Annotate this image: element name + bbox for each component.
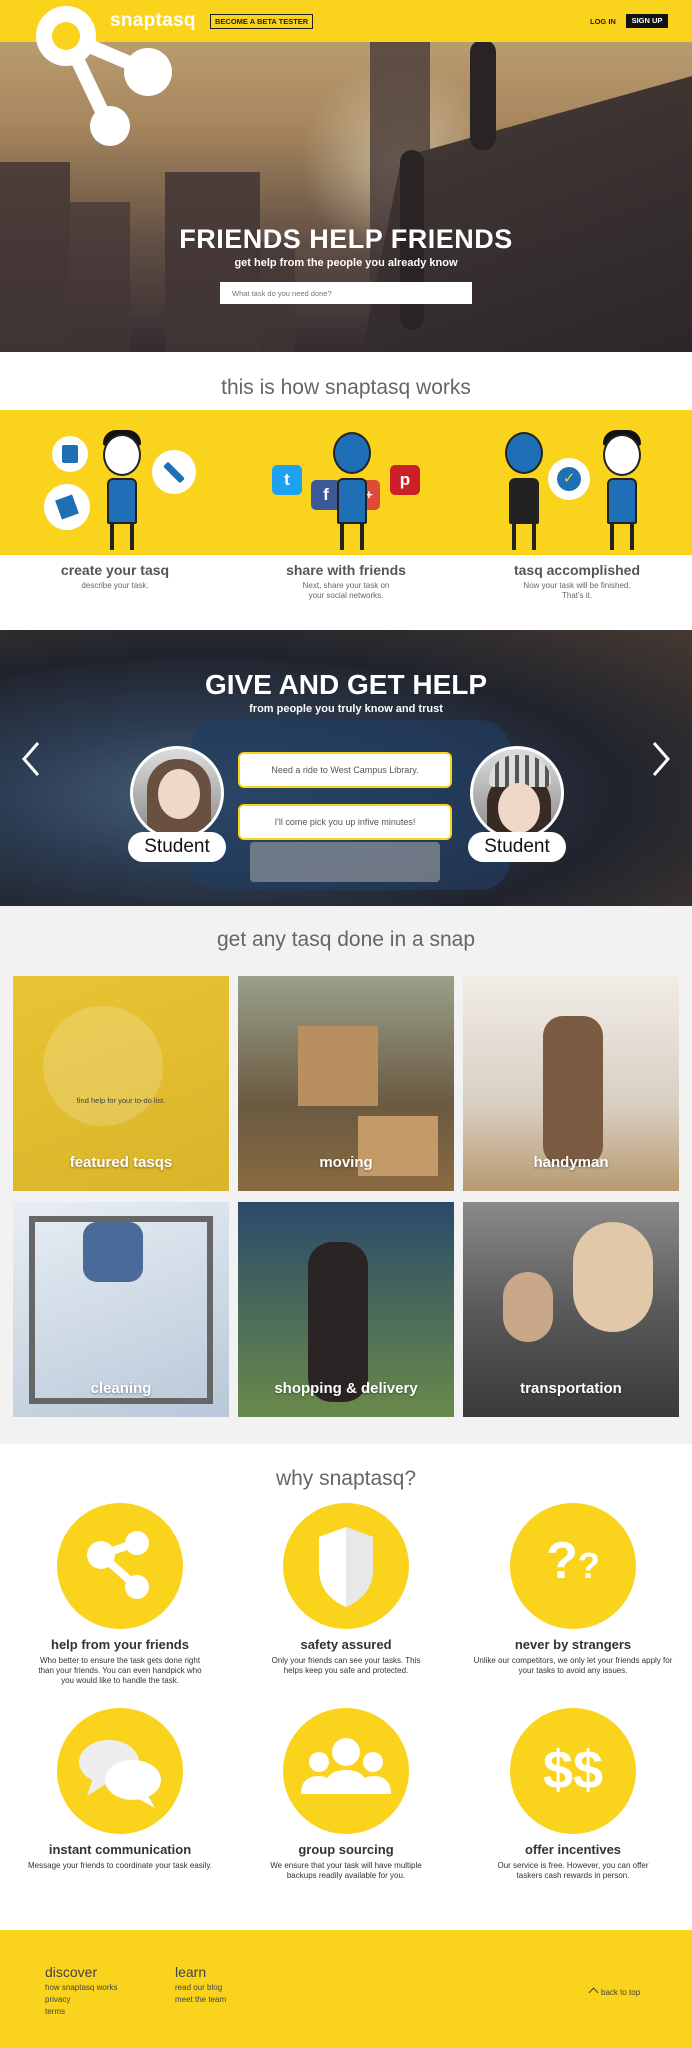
- chat-bubble-request: Need a ride to West Campus Library.: [238, 752, 452, 788]
- feature-desc: Our service is free. However, you can of…: [497, 1861, 649, 1880]
- feature-safety-assured: safety assured Only your friends can see…: [236, 1637, 456, 1676]
- right-student-avatar: [470, 746, 564, 840]
- step-create: create your tasq describe your task.: [0, 560, 230, 591]
- how-it-works-title: this is how snaptasq works: [221, 376, 471, 399]
- footer-link-privacy[interactable]: privacy: [45, 1995, 117, 2004]
- hero-title: FRIENDS HELP FRIENDS: [179, 224, 513, 254]
- give-get-title: GIVE AND GET HELP: [204, 669, 488, 700]
- tile-cleaning[interactable]: cleaning: [13, 1202, 229, 1417]
- beta-tester-button[interactable]: BECOME A BETA TESTER: [210, 14, 314, 29]
- feature-title: never by strangers: [514, 1637, 632, 1652]
- tile-moving[interactable]: moving: [238, 976, 454, 1191]
- hero-subtitle: get help from the people you already kno…: [234, 257, 458, 269]
- brand-name[interactable]: snaptasq: [110, 10, 196, 32]
- feature-group-sourcing: group sourcing We ensure that your task …: [236, 1842, 456, 1881]
- student-label: Student: [468, 832, 566, 862]
- feature-desc: Message your friends to coordinate your …: [28, 1861, 212, 1870]
- feature-title: group sourcing: [298, 1842, 394, 1857]
- why-title: why snaptasq?: [275, 1467, 417, 1490]
- feature-title: instant communication: [48, 1842, 192, 1857]
- group-icon: [283, 1708, 409, 1834]
- question-icon: ??: [510, 1503, 636, 1629]
- tile-label: shopping & delivery: [274, 1380, 418, 1397]
- tile-handyman[interactable]: handyman: [463, 976, 679, 1191]
- feature-desc: We ensure that your task will have multi…: [270, 1861, 422, 1880]
- tile-label: featured tasqs: [69, 1154, 173, 1171]
- step-title: tasq accomplished: [513, 562, 641, 578]
- bag-icon: [52, 436, 88, 472]
- tile-featured-tasqs[interactable]: find help for your to-do list. featured …: [13, 976, 229, 1191]
- paintbrush-icon: [152, 450, 196, 494]
- step-accomplished: tasq accomplished Now your task will be …: [462, 560, 692, 601]
- chat-bubble-reply: I'll come pick you up infive minutes!: [238, 804, 452, 840]
- chevron-up-icon: [588, 1987, 599, 1998]
- feature-title: help from your friends: [51, 1637, 189, 1652]
- back-to-top-label: back to top: [601, 1988, 641, 1997]
- student-label: Student: [128, 832, 226, 862]
- step-title: create your tasq: [60, 562, 170, 578]
- feature-desc: Who better to ensure the task gets done …: [38, 1656, 202, 1685]
- step-desc: Next, share your task on your social net…: [302, 581, 390, 600]
- helper-character-icon: [500, 430, 550, 550]
- footer-heading: discover: [45, 1964, 98, 1980]
- step-share: share with friends Next, share your task…: [231, 560, 461, 601]
- footer-link-team[interactable]: meet the team: [175, 1995, 226, 2004]
- footer-heading: learn: [175, 1964, 207, 1980]
- creator-character-icon: [98, 430, 148, 550]
- tile-transportation[interactable]: transportation: [463, 1202, 679, 1417]
- feature-title: safety assured: [300, 1637, 392, 1652]
- sharer-character-icon: [328, 430, 378, 550]
- feature-help-from-friends: help from your friends Who better to ens…: [10, 1637, 230, 1686]
- footer-learn: learn read our blog meet the team: [175, 1964, 226, 2004]
- dollar-icon: $$: [510, 1708, 636, 1834]
- tile-label: transportation: [520, 1380, 622, 1397]
- feature-title: offer incentives: [524, 1842, 622, 1857]
- footer-link-terms[interactable]: terms: [45, 2007, 117, 2016]
- footer-discover: discover how snaptasq works privacy term…: [45, 1964, 117, 2016]
- dolly-icon: [44, 484, 90, 530]
- checkmark-icon: ✓: [548, 458, 590, 500]
- footer-link-blog[interactable]: read our blog: [175, 1983, 226, 1992]
- shield-icon: [283, 1503, 409, 1629]
- requester-character-icon: [598, 430, 648, 550]
- categories-title: get any tasq done in a snap: [216, 928, 476, 951]
- give-get-subtitle: from people you truly know and trust: [249, 703, 443, 715]
- tile-text: find help for your to-do list.: [76, 1096, 166, 1105]
- feature-desc: Only your friends can see your tasks. Th…: [271, 1656, 421, 1675]
- twitter-icon: t: [272, 465, 302, 495]
- left-student-avatar: [130, 746, 224, 840]
- chevron-left-icon[interactable]: [20, 740, 42, 778]
- feature-never-by-strangers: never by strangers Unlike our competitor…: [463, 1637, 683, 1676]
- step-title: share with friends: [286, 562, 406, 578]
- task-search-input[interactable]: [220, 282, 472, 304]
- signup-button[interactable]: SIGN UP: [626, 14, 668, 28]
- step-desc: Now your task will be finished. That's i…: [523, 581, 631, 600]
- feature-offer-incentives: offer incentives Our service is free. Ho…: [463, 1842, 683, 1881]
- pinterest-icon: p: [390, 465, 420, 495]
- share-icon: [57, 1503, 183, 1629]
- tile-shopping-delivery[interactable]: shopping & delivery: [238, 1202, 454, 1417]
- footer-link-how-it-works[interactable]: how snaptasq works: [45, 1983, 117, 1992]
- step-desc: describe your task.: [81, 581, 149, 590]
- tile-label: moving: [319, 1154, 373, 1171]
- login-link[interactable]: LOG IN: [590, 17, 616, 26]
- chevron-right-icon[interactable]: [650, 740, 672, 778]
- feature-desc: Unlike our competitors, we only let your…: [473, 1656, 673, 1675]
- chat-icon: [57, 1708, 183, 1834]
- feature-instant-communication: instant communication Message your frien…: [10, 1842, 230, 1871]
- tile-label: cleaning: [90, 1380, 152, 1397]
- tile-label: handyman: [533, 1154, 609, 1171]
- back-to-top-link[interactable]: back to top: [588, 1987, 641, 1998]
